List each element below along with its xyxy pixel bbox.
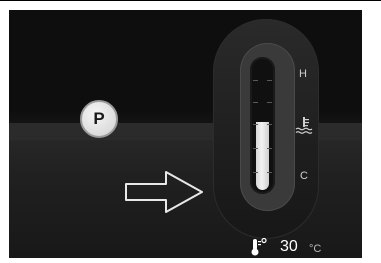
park-gear-indicator: P [80, 100, 118, 138]
gauge-tick [253, 124, 258, 125]
temperature-value: 30 [280, 238, 298, 255]
thermometer-icon [251, 237, 267, 256]
gauge-tick [253, 80, 258, 81]
gauge-tick [267, 148, 272, 149]
coolant-temperature-icon [295, 117, 313, 134]
right-arrow-outline-icon [125, 171, 203, 213]
gauge-tick [267, 102, 272, 103]
coolant-gauge-fill [256, 122, 269, 190]
park-gear-label: P [93, 109, 105, 128]
gauge-high-label: H [299, 68, 307, 80]
temperature-unit: °C [309, 243, 322, 255]
gauge-low-label: C [300, 170, 308, 182]
gauge-tick [253, 102, 258, 103]
gauge-tick [267, 124, 272, 125]
dashboard-screen: P H C 30 °C [9, 10, 362, 258]
gauge-tick [253, 172, 258, 173]
gauge-tick [267, 172, 272, 173]
gauge-tick [267, 80, 272, 81]
instrument-display-frame: P H C 30 °C [0, 0, 381, 263]
gauge-tick [253, 148, 258, 149]
top-border [0, 0, 381, 1]
